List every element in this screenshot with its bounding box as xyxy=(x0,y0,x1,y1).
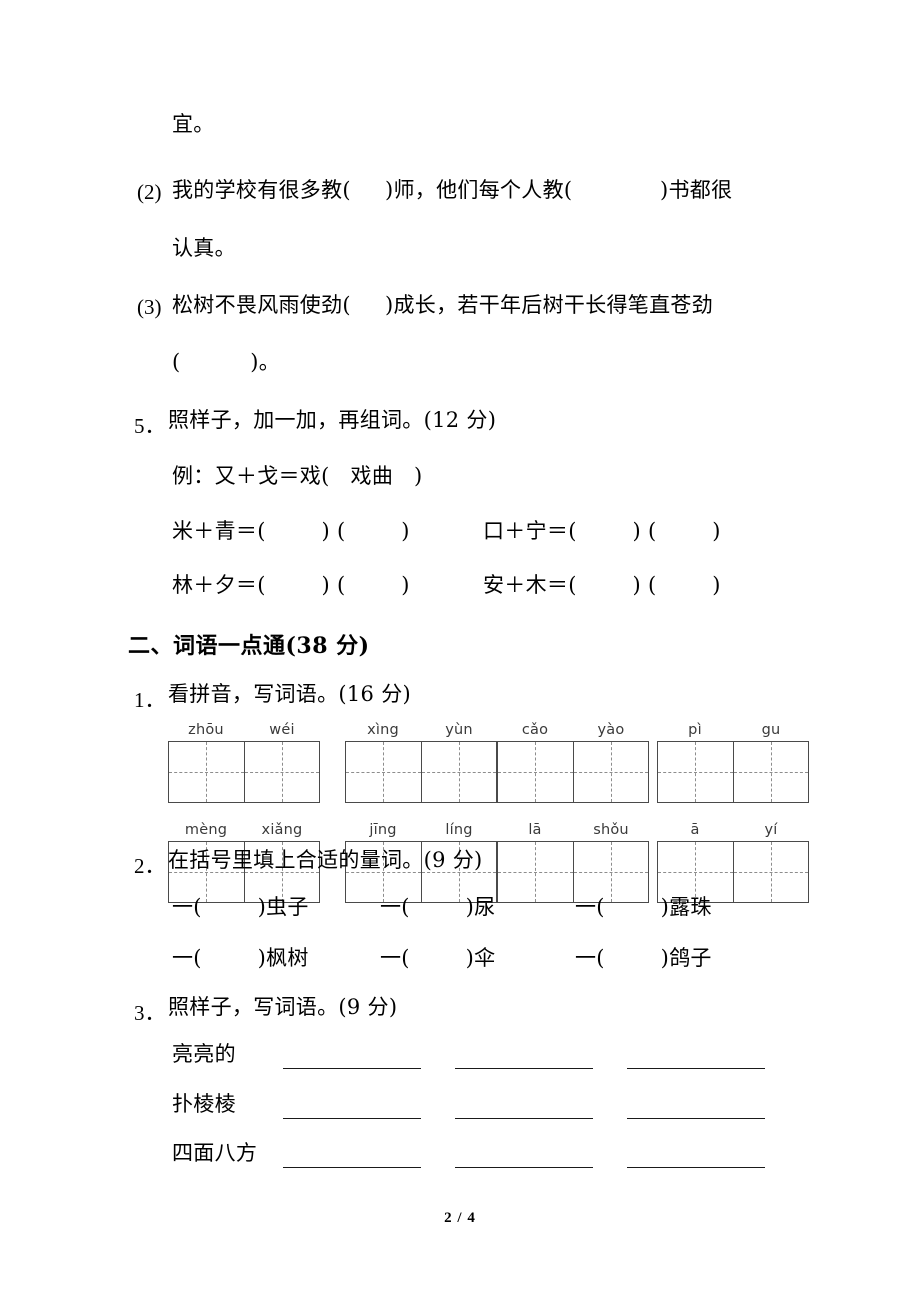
item-3-text-before: 松树不畏风雨使劲( xyxy=(172,293,351,317)
q3-answer-blank[interactable] xyxy=(455,1118,593,1119)
q3-answer-blank[interactable] xyxy=(455,1167,593,1168)
q5-example: 例：又＋戈＝戏( 戏曲 ) xyxy=(172,464,423,488)
pinyin-syllable: xìng xyxy=(367,722,399,738)
pinyin-syllable: yùn xyxy=(445,722,473,738)
grid-cell[interactable] xyxy=(498,842,573,902)
tianzige-grid[interactable] xyxy=(497,841,649,903)
tianzige-grid[interactable] xyxy=(657,841,809,903)
pinyin-label-row: ā yí xyxy=(657,822,809,838)
pinyin-syllable: zhōu xyxy=(188,722,224,738)
pinyin-label-row: pì gu xyxy=(657,722,809,738)
pinyin-label-row: xìng yùn xyxy=(345,722,497,738)
tianzige-grid[interactable] xyxy=(497,741,649,803)
pinyin-grid-la-shou: lā shǒu xyxy=(497,822,649,903)
tianzige-grid[interactable] xyxy=(345,741,497,803)
item-number-3: (3) xyxy=(137,295,162,319)
item-2-text-after: )书都很 xyxy=(660,178,733,202)
pinyin-label-row: jīng líng xyxy=(345,822,497,838)
q2-row-1-item-3: 一( )露珠 xyxy=(575,895,712,919)
q3-answer-blank[interactable] xyxy=(627,1118,765,1119)
pinyin-syllable: yào xyxy=(597,722,625,738)
pinyin-syllable: cǎo xyxy=(521,722,549,738)
item-2-text-line2: 认真。 xyxy=(172,236,236,260)
grid-cell[interactable] xyxy=(732,742,809,802)
pinyin-grid-cao-yao: cǎo yào xyxy=(497,722,649,803)
pinyin-grid-zhou-wei: zhōu wéi xyxy=(168,722,320,803)
q3-prompt: 照样子，写词语。(9 分) xyxy=(168,995,398,1019)
grid-cell[interactable] xyxy=(346,742,421,802)
pinyin-label-row: lā shǒu xyxy=(497,822,649,838)
pinyin-grid-a-yi: ā yí xyxy=(657,822,809,903)
grid-cell[interactable] xyxy=(732,842,809,902)
grid-cell[interactable] xyxy=(572,842,649,902)
page-number-footer: 2 / 4 xyxy=(444,1210,476,1226)
pinyin-syllable: jīng xyxy=(369,822,397,838)
pinyin-syllable: yí xyxy=(764,822,778,838)
pinyin-syllable: líng xyxy=(445,822,473,838)
grid-cell[interactable] xyxy=(658,842,733,902)
pinyin-label-row: cǎo yào xyxy=(497,722,649,738)
pinyin-syllable: pì xyxy=(688,722,702,738)
q3-sample-word-1: 亮亮的 xyxy=(172,1042,236,1066)
pinyin-syllable: mèng xyxy=(184,822,228,838)
grid-cell[interactable] xyxy=(420,742,497,802)
item-3-text-after: )成长，若干年后树干长得笔直苍劲 xyxy=(385,293,713,317)
grid-cell[interactable] xyxy=(498,742,573,802)
pinyin-grid-xing-yun: xìng yùn xyxy=(345,722,497,803)
q2-prompt: 在括号里填上合适的量词。(9 分) xyxy=(168,848,483,872)
item-number-2: (2) xyxy=(137,180,162,204)
pinyin-syllable: shǒu xyxy=(593,822,629,838)
grid-cell[interactable] xyxy=(572,742,649,802)
pinyin-label-row: mèng xiǎng xyxy=(168,822,320,838)
q3-sample-word-3: 四面八方 xyxy=(172,1141,258,1165)
item-2-text-before: 我的学校有很多教( xyxy=(172,178,351,202)
q3-answer-blank[interactable] xyxy=(283,1068,421,1069)
q2-row-2-item-1: 一( )枫树 xyxy=(172,946,309,970)
q5-row-2-right: 安＋木＝( ) ( ) xyxy=(483,573,721,597)
q3-answer-blank[interactable] xyxy=(627,1167,765,1168)
q2-row-2-item-3: 一( )鸽子 xyxy=(575,946,712,970)
grid-cell[interactable] xyxy=(169,742,244,802)
tianzige-grid[interactable] xyxy=(657,741,809,803)
pinyin-syllable: wéi xyxy=(269,722,295,738)
item-3-text-line2: ( )。 xyxy=(172,350,281,374)
q3-number: 3． xyxy=(134,1001,166,1025)
q2-number: 2． xyxy=(134,854,166,878)
q3-answer-blank[interactable] xyxy=(627,1068,765,1069)
q3-answer-blank[interactable] xyxy=(283,1167,421,1168)
tianzige-grid[interactable] xyxy=(168,741,320,803)
q1-prompt: 看拼音，写词语。(16 分) xyxy=(168,682,411,706)
q5-prompt: 照样子，加一加，再组词。(12 分) xyxy=(168,408,497,432)
q3-sample-word-2: 扑棱棱 xyxy=(172,1092,236,1116)
grid-cell[interactable] xyxy=(658,742,733,802)
q1-number: 1． xyxy=(134,688,166,712)
pinyin-syllable: ā xyxy=(690,822,700,838)
worksheet-page: 宜。 (2) 我的学校有很多教( )师，他们每个人教( )书都很 认真。 (3)… xyxy=(0,0,920,1302)
pinyin-syllable: lā xyxy=(528,822,542,838)
q5-row-1-left: 米＋青＝( ) ( ) xyxy=(172,519,410,543)
q5-row-2-left: 林＋夕＝( ) ( ) xyxy=(172,573,410,597)
q2-row-2-item-2: 一( )伞 xyxy=(380,946,496,970)
item-2-text-middle: )师，他们每个人教( xyxy=(385,178,573,202)
pinyin-syllable: gu xyxy=(761,722,781,738)
pinyin-label-row: zhōu wéi xyxy=(168,722,320,738)
q3-answer-blank[interactable] xyxy=(283,1118,421,1119)
q3-answer-blank[interactable] xyxy=(455,1068,593,1069)
q5-number: 5． xyxy=(134,414,166,438)
pinyin-syllable: xiǎng xyxy=(261,822,303,838)
q5-row-1-right: 口＋宁＝( ) ( ) xyxy=(483,519,721,543)
orphan-text-line: 宜。 xyxy=(172,112,215,136)
q2-row-1-item-1: 一( )虫子 xyxy=(172,895,309,919)
grid-cell[interactable] xyxy=(243,742,320,802)
pinyin-grid-pi-gu: pì gu xyxy=(657,722,809,803)
q2-row-1-item-2: 一( )尿 xyxy=(380,895,496,919)
section-two-heading: 二、词语一点通(38 分) xyxy=(128,633,370,659)
